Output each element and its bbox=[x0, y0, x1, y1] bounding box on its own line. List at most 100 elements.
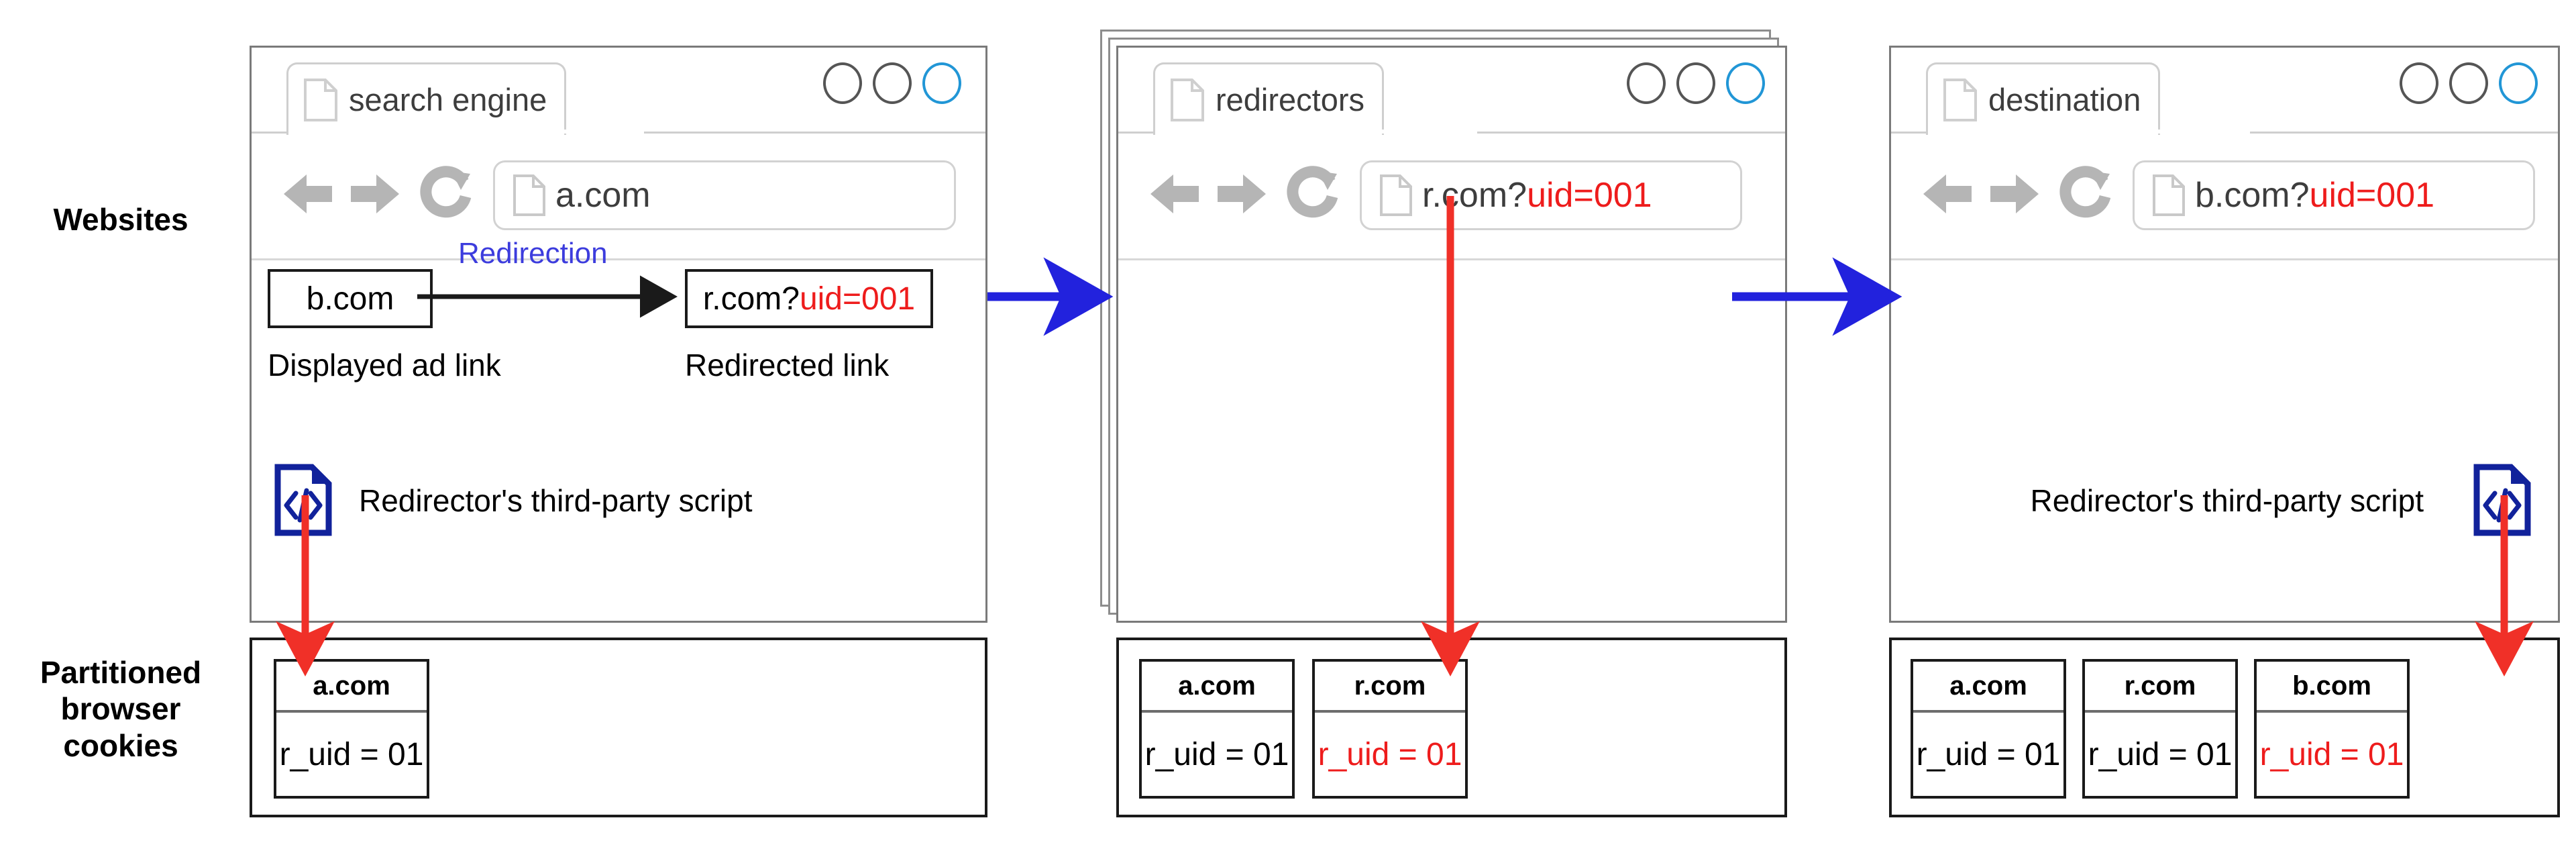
url-text-redirectors: r.com?uid=001 bbox=[1422, 175, 1652, 215]
page-document-icon bbox=[2152, 174, 2186, 217]
circle-button-maximize-icon[interactable] bbox=[2449, 62, 2488, 104]
tab-title-destination: destination bbox=[1988, 82, 2141, 117]
circle-button-active-icon[interactable] bbox=[1726, 62, 1765, 104]
nav-icon-group bbox=[1146, 165, 1341, 225]
cookie-value-a-com: r_uid = 01 bbox=[279, 736, 424, 772]
cookie-domain-r-com: r.com bbox=[1315, 662, 1465, 713]
url-host: a.com bbox=[555, 176, 651, 215]
redirected-link-text: r.com?uid=001 bbox=[703, 281, 915, 317]
browser-window-destination: destination b.com?uid=001 Redirector's t… bbox=[1889, 46, 2560, 623]
tab-redirectors[interactable]: redirectors bbox=[1153, 62, 1385, 135]
row-label-websites-text: Websites bbox=[53, 202, 189, 237]
browser-window-search-engine: search engine a.com b.com Redirection r.… bbox=[250, 46, 987, 623]
circle-button-minimize-icon[interactable] bbox=[2400, 62, 2438, 104]
content-separator bbox=[1118, 258, 1785, 260]
page-document-icon bbox=[513, 174, 546, 217]
code-document-icon bbox=[274, 464, 332, 540]
window-controls-search-engine bbox=[823, 62, 961, 104]
content-separator bbox=[1891, 258, 2558, 260]
cookie-store-search-engine: a.com r_uid = 01 bbox=[250, 638, 987, 817]
tab-title-search-engine: search engine bbox=[349, 82, 547, 117]
toolbar-destination: b.com?uid=001 bbox=[1891, 155, 2558, 236]
row-label-websites: Websites bbox=[7, 201, 235, 238]
cookie-store-redirectors: a.com r_uid = 01 r.com r_uid = 01 bbox=[1116, 638, 1787, 817]
redirected-link-uid: uid=001 bbox=[799, 281, 916, 317]
redirection-label: Redirection bbox=[458, 237, 608, 270]
url-host: r.com? bbox=[1422, 176, 1527, 215]
displayed-ad-link-caption: Displayed ad link bbox=[268, 348, 501, 383]
row-label-cookies-line-3: cookies bbox=[63, 727, 178, 763]
tab-destination[interactable]: destination bbox=[1926, 62, 2161, 135]
circle-button-active-icon[interactable] bbox=[922, 62, 961, 104]
cookie-value-a-com: r_uid = 01 bbox=[1916, 736, 2061, 772]
cookie-cell-r-com: r.com r_uid = 01 bbox=[1312, 659, 1468, 799]
redirected-link-host: r.com? bbox=[702, 281, 800, 317]
nav-icon-group bbox=[1919, 165, 2114, 225]
displayed-ad-link-text: b.com bbox=[306, 281, 394, 317]
cookie-domain-a-com: a.com bbox=[1913, 662, 2063, 713]
row-label-partitioned-browser-cookies: Partitioned browser cookies bbox=[7, 654, 235, 764]
cookie-value-r-com: r_uid = 01 bbox=[2088, 736, 2233, 772]
url-bar-search-engine[interactable]: a.com bbox=[493, 160, 956, 230]
cookie-domain-a-com: a.com bbox=[1142, 662, 1292, 713]
page-document-icon bbox=[303, 78, 338, 122]
url-host: b.com? bbox=[2195, 176, 2310, 215]
cookie-cell-a-com: a.com r_uid = 01 bbox=[1911, 659, 2066, 799]
circle-button-minimize-icon[interactable] bbox=[1627, 62, 1666, 104]
content-separator bbox=[252, 258, 985, 260]
reload-icon[interactable] bbox=[417, 165, 474, 225]
cookie-domain-r-com: r.com bbox=[2085, 662, 2235, 713]
cookie-cell-b-com: b.com r_uid = 01 bbox=[2254, 659, 2410, 799]
tab-active-mask bbox=[1155, 130, 1477, 134]
redirected-link-box[interactable]: r.com?uid=001 bbox=[685, 269, 933, 328]
window-controls-destination bbox=[2400, 62, 2538, 104]
toolbar-search-engine: a.com bbox=[252, 155, 985, 236]
page-document-icon bbox=[1379, 174, 1413, 217]
cookie-cell-a-com: a.com r_uid = 01 bbox=[274, 659, 429, 799]
cookie-domain-b-com: b.com bbox=[2257, 662, 2407, 713]
nav-icon-group bbox=[280, 165, 474, 225]
tab-title-redirectors: redirectors bbox=[1216, 82, 1365, 117]
diagram-canvas: Websites Partitioned browser cookies sea… bbox=[0, 0, 2576, 863]
url-uid-param: uid=001 bbox=[2309, 176, 2435, 215]
circle-button-minimize-icon[interactable] bbox=[823, 62, 862, 104]
cookie-store-destination: a.com r_uid = 01 r.com r_uid = 01 b.com … bbox=[1889, 638, 2560, 817]
back-arrow-icon[interactable] bbox=[1919, 168, 1980, 223]
circle-button-maximize-icon[interactable] bbox=[1676, 62, 1715, 104]
displayed-ad-link-box[interactable]: b.com bbox=[268, 269, 433, 328]
redirected-link-caption: Redirected link bbox=[685, 348, 890, 383]
back-arrow-icon[interactable] bbox=[280, 168, 340, 223]
cookie-cell-r-com: r.com r_uid = 01 bbox=[2082, 659, 2238, 799]
url-bar-destination[interactable]: b.com?uid=001 bbox=[2133, 160, 2535, 230]
back-arrow-icon[interactable] bbox=[1146, 168, 1207, 223]
toolbar-redirectors: r.com?uid=001 bbox=[1118, 155, 1785, 236]
cookie-cell-a-com: a.com r_uid = 01 bbox=[1139, 659, 1295, 799]
row-label-cookies-line-1: Partitioned bbox=[40, 655, 202, 690]
url-text-destination: b.com?uid=001 bbox=[2195, 175, 2434, 215]
row-label-cookies-line-2: browser bbox=[60, 691, 181, 727]
window-controls-redirectors bbox=[1627, 62, 1765, 104]
cookie-value-b-com: r_uid = 01 bbox=[2259, 736, 2404, 772]
reload-icon[interactable] bbox=[1283, 165, 1341, 225]
script-label-search-engine: Redirector's third-party script bbox=[359, 483, 753, 518]
url-bar-redirectors[interactable]: r.com?uid=001 bbox=[1360, 160, 1742, 230]
page-document-icon bbox=[1170, 78, 1205, 122]
url-text-search-engine: a.com bbox=[555, 175, 651, 215]
tab-active-mask bbox=[1928, 130, 2250, 134]
url-uid-param: uid=001 bbox=[1527, 176, 1652, 215]
forward-arrow-icon[interactable] bbox=[343, 168, 403, 223]
cookie-domain-a-com: a.com bbox=[276, 662, 427, 713]
forward-arrow-icon[interactable] bbox=[1210, 168, 1270, 223]
script-label-destination: Redirector's third-party script bbox=[2030, 483, 2424, 518]
code-document-icon bbox=[2473, 464, 2531, 540]
cookie-value-r-com: r_uid = 01 bbox=[1318, 736, 1462, 772]
forward-arrow-icon[interactable] bbox=[1982, 168, 2043, 223]
tab-search-engine[interactable]: search engine bbox=[286, 62, 567, 135]
tab-active-mask bbox=[288, 130, 644, 134]
page-document-icon bbox=[1943, 78, 1978, 122]
circle-button-maximize-icon[interactable] bbox=[873, 62, 912, 104]
browser-window-redirectors: redirectors r.com?uid=001 bbox=[1116, 46, 1787, 623]
reload-icon[interactable] bbox=[2056, 165, 2114, 225]
cookie-value-a-com: r_uid = 01 bbox=[1144, 736, 1289, 772]
circle-button-active-icon[interactable] bbox=[2499, 62, 2538, 104]
